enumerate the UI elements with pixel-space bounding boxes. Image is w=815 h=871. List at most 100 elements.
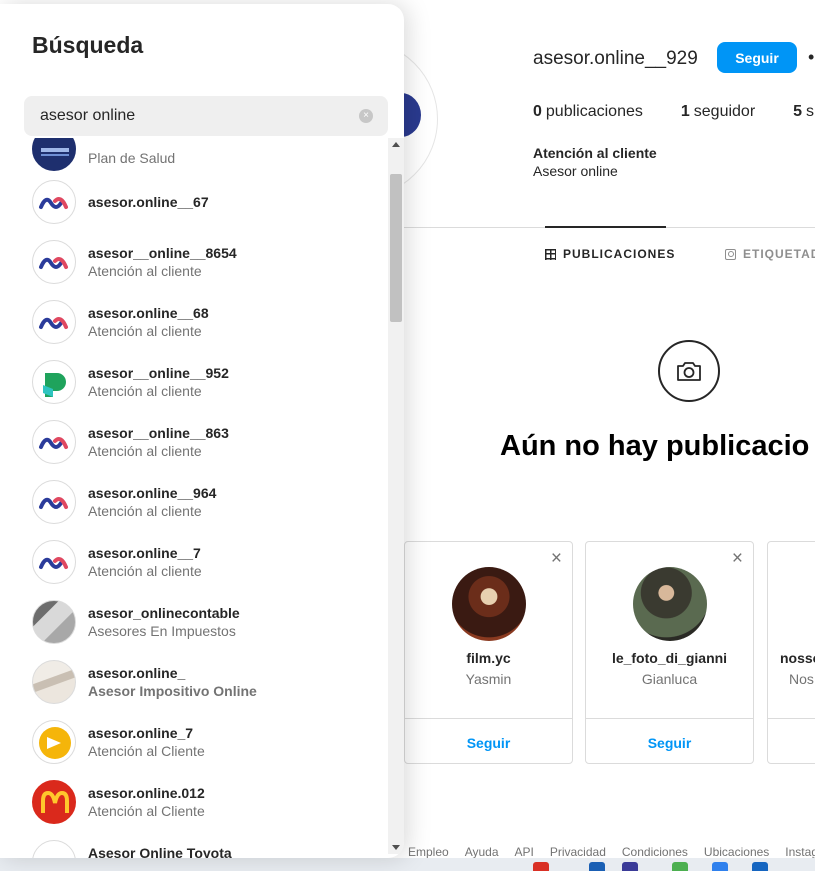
result-username: asesor.online_7 xyxy=(88,725,194,741)
search-result-item[interactable]: asesor.online__68 Atención al cliente xyxy=(0,292,388,352)
search-result-item[interactable]: asesor.online_ Asesor Impositivo Online xyxy=(0,652,388,712)
result-username: asesor_onlinecontable xyxy=(88,605,240,621)
footer-link[interactable]: Empleo xyxy=(408,845,449,859)
taskbar-app-icon[interactable] xyxy=(672,862,688,871)
footer-link[interactable]: Ayuda xyxy=(465,845,499,859)
taskbar xyxy=(0,858,815,871)
avatar xyxy=(32,840,76,858)
active-tab-indicator xyxy=(545,226,666,228)
result-fullname: Atención al cliente xyxy=(88,263,202,279)
result-username: asesor__online__8654 xyxy=(88,245,237,261)
result-username: asesor__online__863 xyxy=(88,425,229,441)
scroll-down-icon[interactable] xyxy=(392,845,400,850)
desk-photo-avatar xyxy=(32,600,76,644)
follow-button[interactable]: Seguir xyxy=(717,42,797,73)
result-fullname: Asesores En Impuestos xyxy=(88,623,236,639)
result-fullname: Atención al cliente xyxy=(88,443,202,459)
result-fullname: Atención al cliente xyxy=(88,323,202,339)
wave-logo-icon xyxy=(32,420,76,464)
suggestion-avatar[interactable] xyxy=(452,567,526,641)
suggestion-name: Gianluca xyxy=(641,671,698,687)
search-result-item[interactable]: asesor.online.012 Atención al Cliente xyxy=(0,772,388,832)
result-fullname: Atención al Cliente xyxy=(88,803,205,819)
mcdonalds-logo-icon xyxy=(32,780,76,824)
scroll-up-icon[interactable] xyxy=(392,142,400,147)
suggestion-username[interactable]: film.yc xyxy=(405,650,572,666)
suggestion-follow-button[interactable]: Seguir xyxy=(405,735,572,751)
taskbar-app-icon[interactable] xyxy=(622,862,638,871)
wave-logo-icon xyxy=(32,480,76,524)
card-divider xyxy=(405,718,572,719)
result-username: Asesor Online Toyota xyxy=(88,845,232,858)
green-p-logo-icon xyxy=(32,360,76,404)
suggestion-username[interactable]: le_foto_di_gianni xyxy=(586,650,753,666)
result-username: asesor.online__964 xyxy=(88,485,217,501)
stat-posts: 0 publicaciones xyxy=(533,103,643,120)
dismiss-icon[interactable]: × xyxy=(732,548,743,570)
taskbar-app-icon[interactable] xyxy=(712,862,728,871)
suggestion-name: Yasmin xyxy=(465,671,512,687)
bio-text: Asesor online xyxy=(533,163,618,179)
tab-tagged[interactable]: ETIQUETAD xyxy=(725,247,815,261)
result-fullname: Atención al cliente xyxy=(88,503,202,519)
search-result-item[interactable]: asesor__online__8654 Atención al cliente xyxy=(0,232,388,292)
footer-link[interactable]: Instagra xyxy=(785,845,815,859)
search-panel: Búsqueda × Plan de Salud asesor.online__… xyxy=(0,4,404,858)
search-input[interactable] xyxy=(40,96,340,136)
stat-followers[interactable]: 1 seguidor xyxy=(681,103,755,121)
suggestion-follow-button[interactable]: Seguir xyxy=(586,735,753,751)
search-result-item[interactable]: asesor__online__952 Atención al cliente xyxy=(0,352,388,412)
result-username: asesor.online_ xyxy=(88,665,186,681)
wave-logo-icon xyxy=(32,540,76,584)
card-divider xyxy=(586,718,753,719)
profile-username: asesor.online__929 xyxy=(533,48,698,69)
taskbar-app-icon[interactable] xyxy=(533,862,549,871)
taskbar-app-icon[interactable] xyxy=(589,862,605,871)
result-fullname: Atención al cliente xyxy=(88,563,202,579)
suggestion-avatar[interactable] xyxy=(633,567,707,641)
result-username: asesor.online__67 xyxy=(88,194,209,210)
result-username: asesor.online__68 xyxy=(88,305,209,321)
camera-icon xyxy=(658,340,720,402)
yellow-b-logo-icon xyxy=(32,720,76,764)
result-fullname: Atención al Cliente xyxy=(88,743,205,759)
search-panel-title: Búsqueda xyxy=(32,32,144,58)
suggestion-card: nosso Nos xyxy=(767,541,815,764)
search-results-list: Plan de Salud asesor.online__67 asesor__… xyxy=(0,138,388,858)
dismiss-icon[interactable]: × xyxy=(551,548,562,570)
result-fullname: Atención al cliente xyxy=(88,383,202,399)
footer-link[interactable]: API xyxy=(515,845,534,859)
footer-link[interactable]: Ubicaciones xyxy=(704,845,769,859)
bio-name: Atención al cliente xyxy=(533,145,657,161)
search-result-item[interactable]: asesor.online_7 Atención al Cliente xyxy=(0,712,388,772)
stat-following[interactable]: 5s xyxy=(793,103,814,121)
scroll-thumb[interactable] xyxy=(390,174,402,322)
search-result-item[interactable]: asesor.online__964 Atención al cliente xyxy=(0,472,388,532)
tab-posts[interactable]: PUBLICACIONES xyxy=(545,247,675,261)
more-options-icon[interactable]: • xyxy=(808,47,814,68)
results-scrollbar[interactable] xyxy=(388,138,404,854)
footer-links: Empleo Ayuda API Privacidad Condiciones … xyxy=(408,845,815,859)
sancor-logo-icon xyxy=(32,138,76,171)
result-username: asesor.online__7 xyxy=(88,545,201,561)
card-divider xyxy=(768,718,815,719)
empty-posts-title: Aún no hay publicacio xyxy=(500,430,810,462)
result-username: asesor.online.012 xyxy=(88,785,205,801)
taskbar-app-icon[interactable] xyxy=(752,862,768,871)
footer-link[interactable]: Privacidad xyxy=(550,845,606,859)
search-box: × xyxy=(24,96,388,136)
clear-search-icon[interactable]: × xyxy=(359,109,373,123)
search-result-item[interactable]: asesor.online__7 Atención al cliente xyxy=(0,532,388,592)
suggestion-name: Nos xyxy=(789,671,814,687)
suggestion-card: × le_foto_di_gianni Gianluca Seguir xyxy=(585,541,754,764)
grid-icon xyxy=(545,248,556,260)
footer-link[interactable]: Condiciones xyxy=(622,845,688,859)
search-result-item[interactable]: asesor.online__67 xyxy=(0,172,388,232)
search-result-item[interactable]: asesor_onlinecontable Asesores En Impues… xyxy=(0,592,388,652)
tagged-icon xyxy=(725,248,736,260)
profile-stats: 0 publicaciones 1 seguidor 5s xyxy=(533,103,815,121)
search-result-item[interactable]: asesor__online__863 Atención al cliente xyxy=(0,412,388,472)
result-fullname: Plan de Salud xyxy=(88,150,176,166)
search-result-item[interactable]: Asesor Online Toyota xyxy=(0,832,388,858)
suggestion-username[interactable]: nosso xyxy=(780,650,815,666)
